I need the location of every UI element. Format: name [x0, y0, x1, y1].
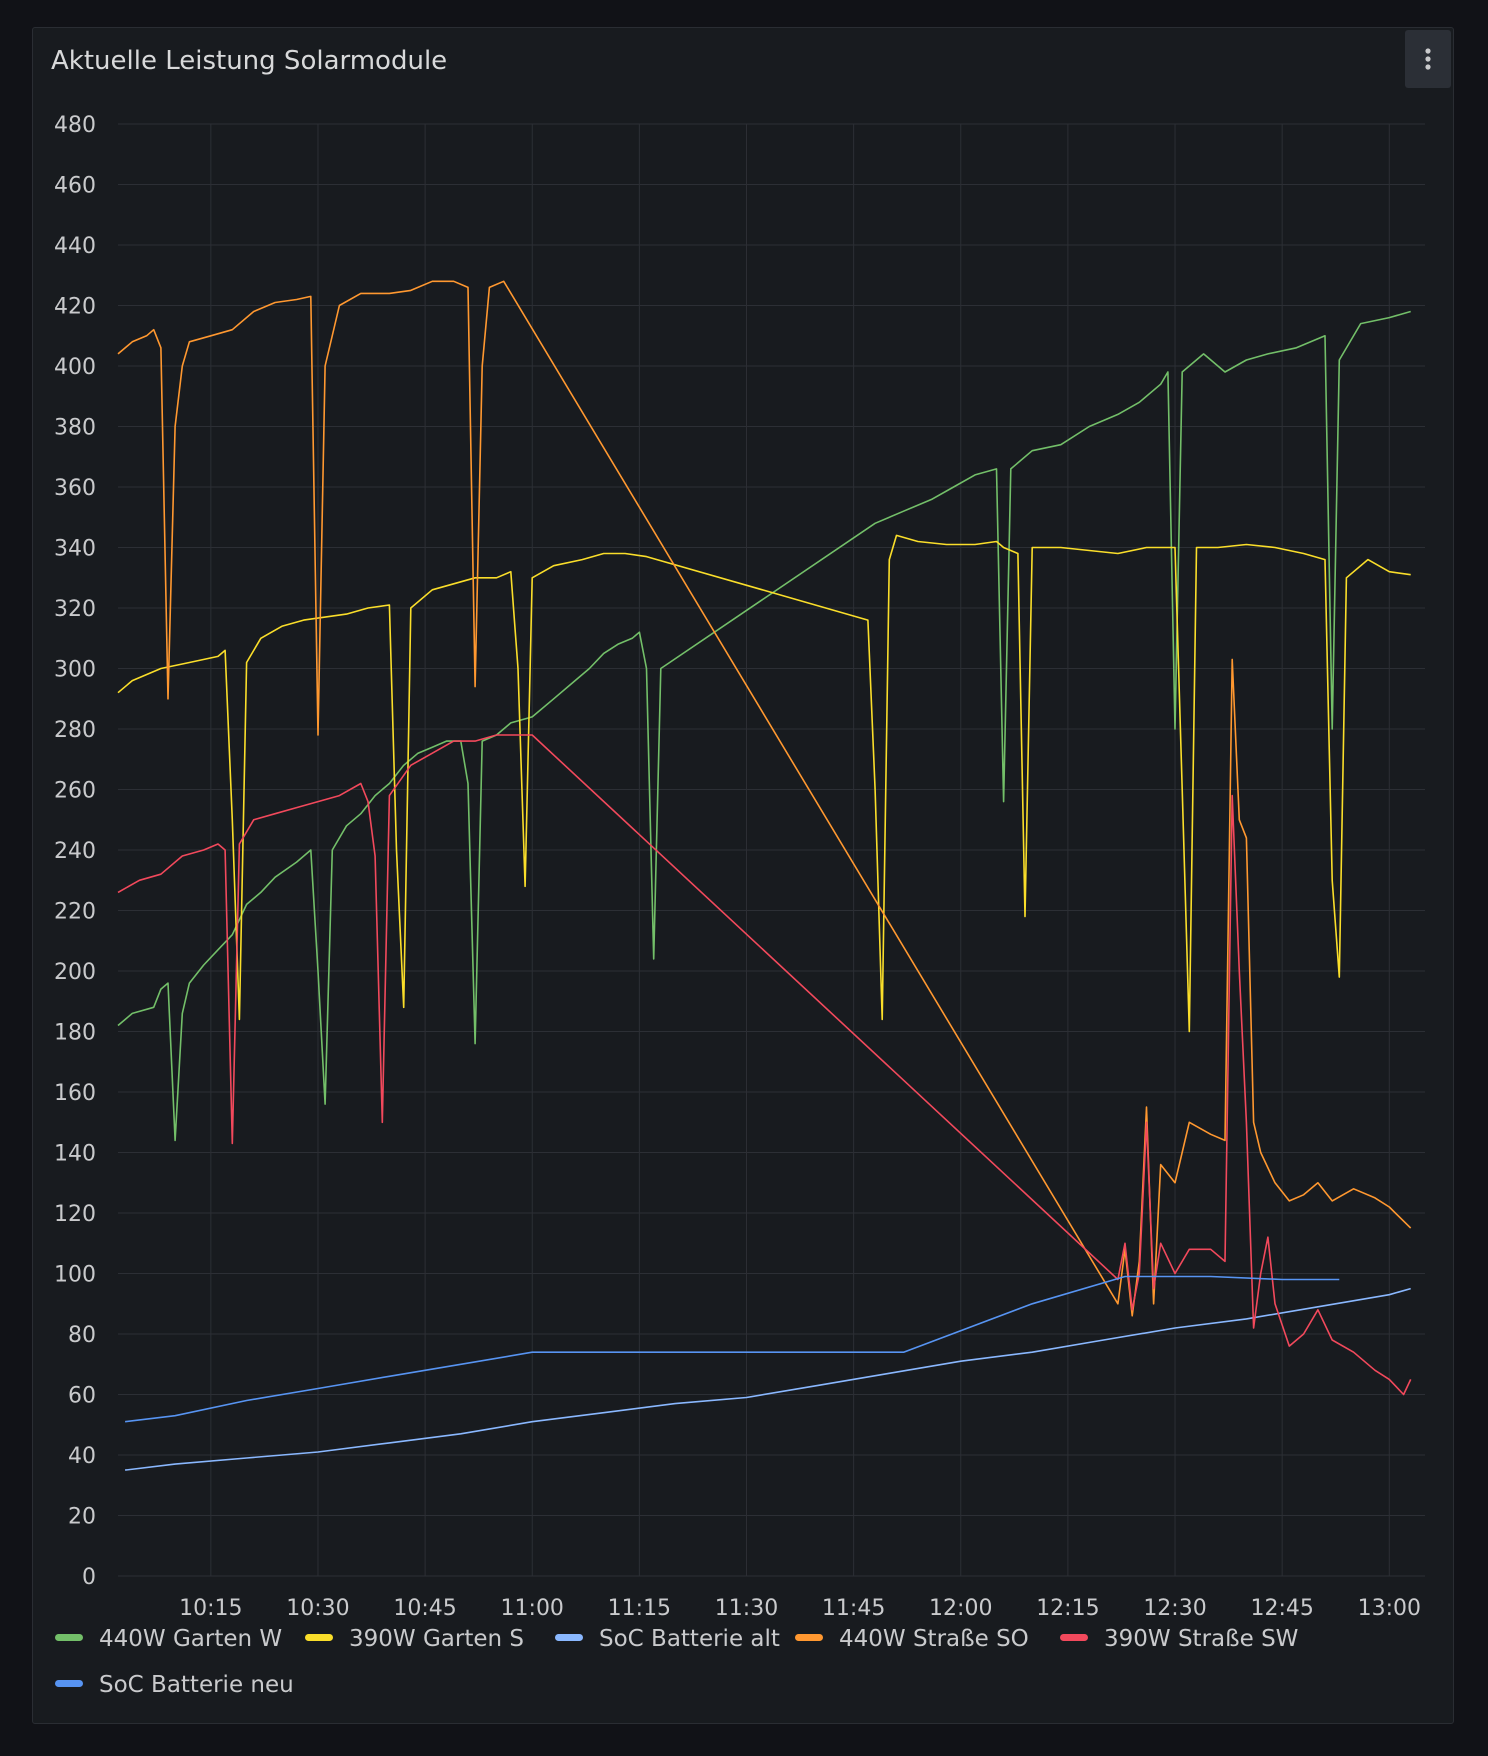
chart-panel: Aktuelle Leistung Solarmodule 0 20 40 60 80 1… [32, 27, 1454, 1724]
x-tick-label: 11:45 [822, 1596, 885, 1618]
legend-item[interactable]: SoC Batterie alt [555, 1626, 780, 1652]
legend-item[interactable]: SoC Batterie neu [55, 1672, 294, 1698]
x-tick-label: 12:30 [1143, 1596, 1206, 1618]
legend-item[interactable]: 440W Garten W [55, 1626, 282, 1652]
x-tick-label: 11:30 [715, 1596, 778, 1618]
legend-label: SoC Batterie neu [99, 1672, 294, 1698]
legend-swatch [55, 1680, 83, 1687]
x-tick-label: 10:15 [179, 1596, 242, 1618]
x-tick-label: 11:00 [501, 1596, 564, 1618]
y-tick-label: 480 [54, 113, 96, 138]
legend-item[interactable]: 440W Straße SO [795, 1626, 1029, 1652]
y-tick-label: 400 [54, 355, 96, 380]
series-line-4 [117, 734, 1412, 1396]
y-tick-label: 180 [54, 1021, 96, 1046]
y-tick-label: 140 [54, 1142, 96, 1167]
y-tick-label: 200 [54, 960, 96, 985]
y-tick-label: 260 [54, 779, 96, 804]
legend-label: SoC Batterie alt [599, 1626, 780, 1652]
legend-swatch [305, 1634, 333, 1641]
y-tick-label: 420 [54, 295, 96, 320]
legend-swatch [555, 1634, 583, 1641]
legend-label: 440W Straße SO [839, 1626, 1029, 1652]
legend-swatch [795, 1634, 823, 1641]
legend-item[interactable]: 390W Straße SW [1060, 1626, 1298, 1652]
y-tick-label: 340 [54, 537, 96, 562]
legend-swatch [55, 1634, 83, 1641]
x-tick-label: 12:00 [929, 1596, 992, 1618]
y-tick-label: 60 [68, 1384, 96, 1409]
x-tick-label: 13:00 [1358, 1596, 1421, 1618]
line-chart: 0 20 40 60 80 100 120 140 160 180 200 220 240 260 280 3… [54, 113, 1425, 1618]
legend-label: 390W Straße SW [1104, 1626, 1299, 1652]
y-tick-label: 20 [68, 1505, 96, 1530]
y-tick-label: 320 [54, 597, 96, 622]
y-tick-label: 380 [54, 416, 96, 441]
legend-swatch [1060, 1634, 1088, 1641]
x-tick-label: 10:30 [286, 1596, 349, 1618]
series-line-1 [117, 534, 1411, 1033]
series-line-0 [117, 310, 1411, 1142]
legend-item[interactable]: 390W Garten S [305, 1626, 524, 1652]
y-tick-label: 280 [54, 718, 96, 743]
series-line-5 [125, 1275, 1340, 1423]
y-tick-label: 240 [54, 839, 96, 864]
x-tick-label: 12:15 [1036, 1596, 1099, 1618]
y-tick-label: 440 [54, 234, 96, 259]
x-tick-label: 10:45 [393, 1596, 456, 1618]
y-tick-label: 40 [68, 1444, 96, 1469]
y-tick-label: 120 [54, 1202, 96, 1227]
y-tick-label: 460 [54, 174, 96, 199]
legend-label: 390W Garten S [349, 1626, 524, 1652]
y-tick-label: 100 [54, 1263, 96, 1288]
x-tick-label: 12:45 [1250, 1596, 1313, 1618]
series-line-3 [117, 280, 1412, 1317]
x-tick-label: 11:15 [608, 1596, 671, 1618]
y-tick-label: 80 [68, 1323, 96, 1348]
legend-label: 440W Garten W [99, 1626, 283, 1652]
y-tick-label: 160 [54, 1081, 96, 1106]
y-tick-label: 0 [82, 1565, 96, 1590]
y-tick-label: 300 [54, 658, 96, 683]
y-tick-label: 220 [54, 900, 96, 925]
y-tick-label: 360 [54, 476, 96, 501]
